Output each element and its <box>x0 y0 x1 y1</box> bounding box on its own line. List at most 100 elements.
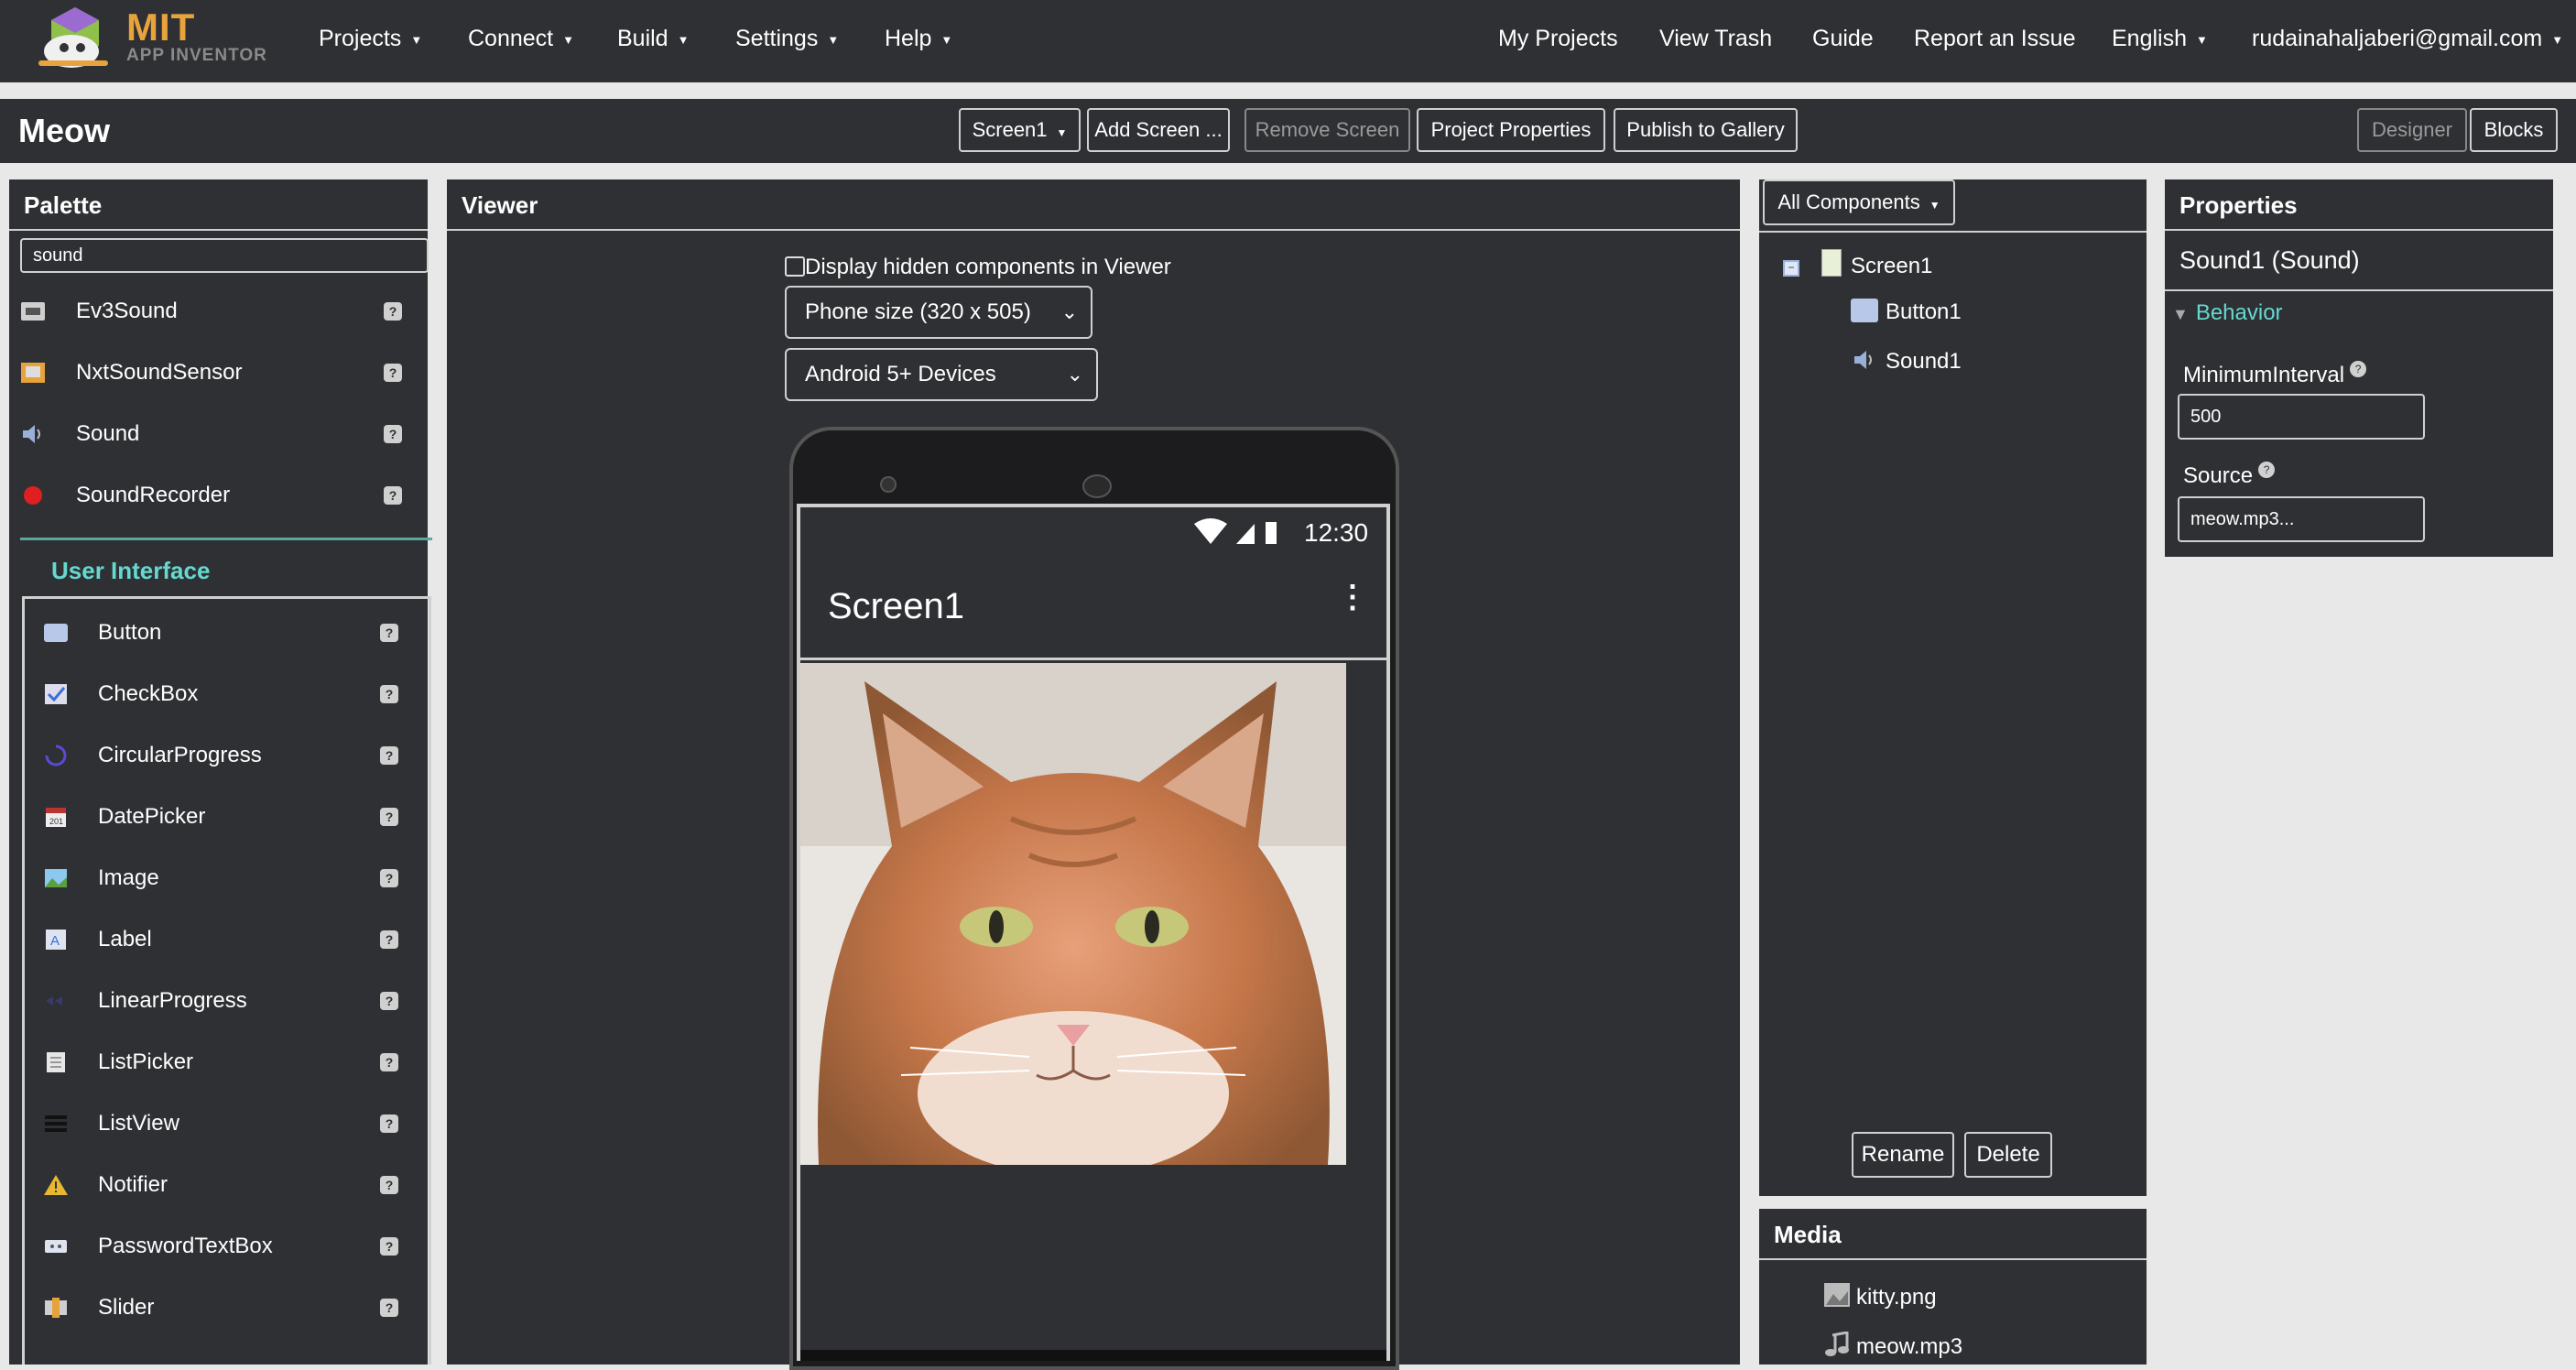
all-components-dropdown[interactable]: All Components ▼ <box>1763 179 1955 225</box>
overflow-menu-icon[interactable]: ⋮ <box>1337 579 1368 615</box>
help-icon[interactable]: ? <box>380 624 398 642</box>
remove-screen-button[interactable]: Remove Screen <box>1245 108 1410 152</box>
tree-item-label: Button1 <box>1886 299 1962 324</box>
app-inventor-logo[interactable]: MIT APP INVENTOR <box>29 4 267 73</box>
properties-panel: Properties Sound1 (Sound) ▼ Behavior Mini… <box>2165 179 2553 557</box>
chevron-down-icon: ⌄ <box>1060 300 1078 323</box>
behavior-group-label: Behavior <box>2195 300 2283 325</box>
source-field[interactable]: meow.mp3... <box>2178 496 2425 542</box>
display-hidden-checkbox[interactable] <box>785 256 805 277</box>
palette-item-label: Button <box>98 620 162 645</box>
tree-item-button1[interactable]: Button1 <box>1851 299 1962 325</box>
help-icon[interactable]: ? <box>380 1237 398 1256</box>
palette-search-input[interactable] <box>20 238 429 273</box>
menu-account[interactable]: rudainahaljaberi@gmail.com ▼ <box>2252 26 2563 52</box>
publish-gallery-button[interactable]: Publish to Gallery <box>1614 108 1798 152</box>
help-icon[interactable]: ? <box>380 1299 398 1317</box>
help-icon[interactable]: ? <box>380 930 398 949</box>
phone-size-select[interactable]: Phone size (320 x 505) ⌄ <box>785 286 1092 339</box>
menu-connect-label: Connect <box>468 26 554 51</box>
palette-item-linearprogress[interactable]: LinearProgress ? <box>25 973 429 1028</box>
menu-help[interactable]: Help ▼ <box>885 26 952 52</box>
screen-select-button[interactable]: Screen1 ▼ <box>959 108 1081 152</box>
help-icon[interactable]: ? <box>384 425 402 443</box>
device-value: Android 5+ Devices <box>805 362 996 386</box>
circular-progress-icon <box>45 745 67 767</box>
help-icon[interactable]: ? <box>380 1176 398 1194</box>
menu-settings[interactable]: Settings ▼ <box>735 26 839 52</box>
rename-button[interactable]: Rename <box>1852 1132 1954 1178</box>
palette-item-datepicker[interactable]: 201 DatePicker ? <box>25 789 429 844</box>
help-icon[interactable]: ? <box>380 1114 398 1133</box>
delete-button[interactable]: Delete <box>1964 1132 2052 1178</box>
caret-down-icon: ▼ <box>827 32 840 47</box>
link-my-projects[interactable]: My Projects <box>1498 26 1618 52</box>
caret-down-icon: ▼ <box>1056 126 1068 139</box>
palette-item-soundrecorder[interactable]: SoundRecorder ? <box>9 468 428 523</box>
media-item-kitty[interactable]: kitty.png <box>1823 1282 1937 1310</box>
blocks-button[interactable]: Blocks <box>2470 108 2558 152</box>
help-icon[interactable]: ? <box>384 302 402 321</box>
palette-item-label: LinearProgress <box>98 988 247 1013</box>
palette-item-button[interactable]: Button ? <box>25 605 429 660</box>
menu-language[interactable]: English ▼ <box>2112 26 2208 52</box>
palette-item-label[interactable]: A Label ? <box>25 912 429 967</box>
tree-item-sound1[interactable]: Sound1 <box>1851 348 1962 375</box>
menu-settings-label: Settings <box>735 26 819 51</box>
menu-projects[interactable]: Projects ▼ <box>319 26 422 52</box>
palette-item-nxtsoundsensor[interactable]: NxtSoundSensor ? <box>9 345 428 400</box>
min-interval-label-row: MinimumInterval? <box>2183 361 2367 388</box>
palette-item-ev3sound[interactable]: Ev3Sound ? <box>9 284 428 339</box>
add-screen-button[interactable]: Add Screen ... <box>1087 108 1230 152</box>
palette-section-user-interface[interactable]: User Interface <box>51 557 210 585</box>
behavior-group[interactable]: ▼ Behavior <box>2172 300 2283 326</box>
palette-item-listview[interactable]: ListView ? <box>25 1096 429 1151</box>
palette-item-checkbox[interactable]: CheckBox ? <box>25 667 429 722</box>
media-item-label: meow.mp3 <box>1856 1334 1963 1359</box>
palette-item-label: CircularProgress <box>98 743 262 767</box>
viewer-title: Viewer <box>447 179 1740 231</box>
palette-item-passwordtextbox[interactable]: PasswordTextBox ? <box>25 1219 429 1274</box>
caret-down-icon: ▼ <box>2551 32 2564 47</box>
palette-item-circularprogress[interactable]: CircularProgress ? <box>25 728 429 783</box>
link-guide[interactable]: Guide <box>1812 26 1874 52</box>
menu-connect[interactable]: Connect ▼ <box>468 26 574 52</box>
slider-icon <box>45 1298 67 1318</box>
help-icon[interactable]: ? <box>384 486 402 505</box>
collapse-toggle-icon[interactable]: − <box>1783 260 1799 277</box>
tree-item-screen1[interactable]: − Screen1 <box>1783 249 1932 279</box>
all-components-label: All Components <box>1777 190 1920 213</box>
device-select[interactable]: Android 5+ Devices ⌄ <box>785 348 1098 401</box>
palette-item-listpicker[interactable]: ListPicker ? <box>25 1035 429 1090</box>
menu-build[interactable]: Build ▼ <box>617 26 689 52</box>
caret-down-icon: ▼ <box>677 32 690 47</box>
display-hidden-label: Display hidden components in Viewer <box>805 255 1171 279</box>
palette-item-slider[interactable]: Slider ? <box>25 1280 429 1335</box>
help-icon[interactable]: ? <box>380 869 398 887</box>
help-icon[interactable]: ? <box>380 746 398 765</box>
media-item-meow[interactable]: meow.mp3 <box>1823 1331 1963 1360</box>
min-interval-label: MinimumInterval <box>2183 363 2345 387</box>
palette-item-image[interactable]: Image ? <box>25 851 429 906</box>
help-icon[interactable]: ? <box>380 1053 398 1071</box>
palette-item-label: Ev3Sound <box>76 299 178 323</box>
media-panel: Media kitty.png meow.mp3 <box>1759 1209 2147 1365</box>
help-icon[interactable]: ? <box>380 808 398 826</box>
cat-image[interactable] <box>800 663 1346 1165</box>
help-icon[interactable]: ? <box>2350 361 2367 377</box>
caret-down-icon: ▼ <box>1929 199 1940 212</box>
help-icon[interactable]: ? <box>2258 462 2276 478</box>
palette-item-sound[interactable]: Sound ? <box>9 407 428 462</box>
help-icon[interactable]: ? <box>380 992 398 1010</box>
palette-title: Palette <box>9 179 428 231</box>
palette-item-notifier[interactable]: Notifier ? <box>25 1158 429 1212</box>
designer-button[interactable]: Designer <box>2357 108 2467 152</box>
link-view-trash[interactable]: View Trash <box>1659 26 1772 52</box>
display-hidden-row[interactable]: Display hidden components in Viewer <box>785 255 1171 282</box>
min-interval-field[interactable]: 500 <box>2178 394 2425 440</box>
help-icon[interactable]: ? <box>380 685 398 703</box>
project-properties-button[interactable]: Project Properties <box>1417 108 1605 152</box>
link-report-issue[interactable]: Report an Issue <box>1914 26 2076 52</box>
help-icon[interactable]: ? <box>384 364 402 382</box>
palette-item-label: Notifier <box>98 1172 168 1197</box>
